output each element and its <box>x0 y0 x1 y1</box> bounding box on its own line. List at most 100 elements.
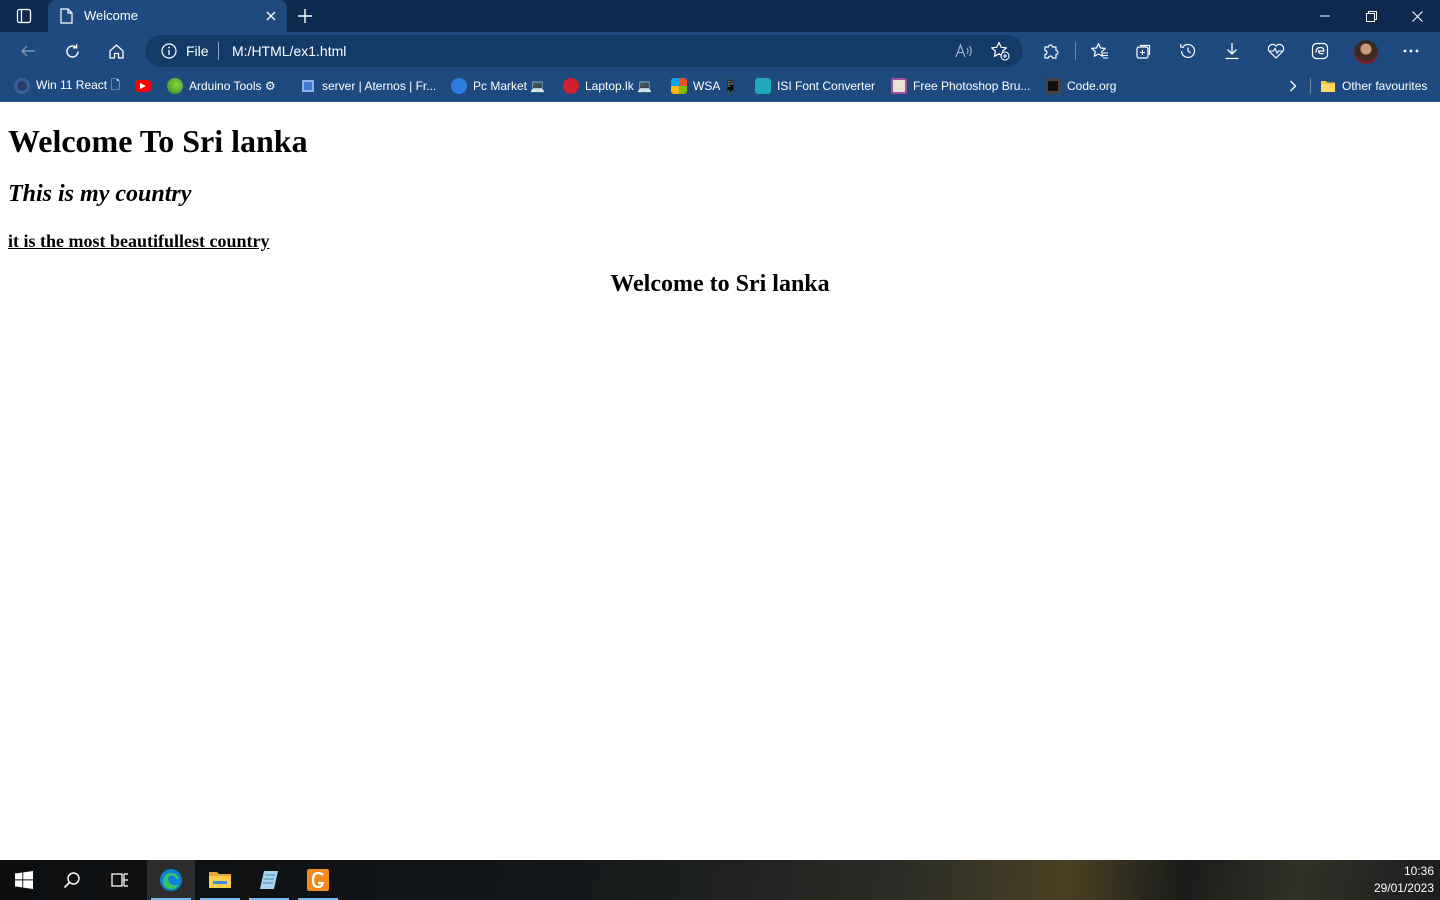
browser-essentials-button[interactable] <box>1260 35 1292 67</box>
settings-more-button[interactable] <box>1395 35 1427 67</box>
wsa-icon <box>671 78 687 94</box>
toolbar-divider <box>1075 42 1076 60</box>
orange-app-icon <box>307 869 329 891</box>
bookmark-win11-react[interactable]: Win 11 React 🗋 <box>14 75 120 97</box>
task-view-button[interactable] <box>96 860 144 900</box>
windows-taskbar <box>0 860 1440 900</box>
home-button[interactable] <box>100 35 132 67</box>
favourites-icon <box>1091 42 1108 59</box>
clock-time: 10:36 <box>1403 864 1434 878</box>
back-button[interactable] <box>12 35 44 67</box>
bookmark-isi-font-converter[interactable]: ISI Font Converter <box>755 75 875 97</box>
minimize-icon <box>1320 15 1330 17</box>
home-icon <box>108 43 124 59</box>
edge-outline-icon <box>1311 42 1329 60</box>
arduino-icon <box>167 78 183 94</box>
pcmarket-icon <box>451 78 467 94</box>
tab-actions-button[interactable] <box>10 4 38 28</box>
search-button[interactable] <box>48 860 96 900</box>
bookmark-pc-market[interactable]: Pc Market 💻 <box>451 75 545 97</box>
bookmarks-divider <box>1310 78 1311 94</box>
more-bookmarks-button[interactable] <box>1284 77 1302 95</box>
photoshop-icon <box>891 78 907 94</box>
history-icon <box>1180 43 1196 59</box>
page-heading-1: Welcome To Sri lanka <box>8 123 308 159</box>
add-favourite-button[interactable] <box>990 41 1010 61</box>
bookmark-label: ISI Font Converter <box>777 79 876 93</box>
tab-close-button[interactable] <box>263 8 279 24</box>
other-favourites-folder[interactable]: Other favourites <box>1320 75 1427 97</box>
bookmark-label: Arduino Tools ⚙ <box>189 79 276 93</box>
restore-button[interactable] <box>1348 0 1394 32</box>
youtube-icon <box>135 80 151 92</box>
bookmark-laptop-lk[interactable]: Laptop.lk 💻 <box>563 75 652 97</box>
address-divider <box>218 42 219 60</box>
minimize-button[interactable] <box>1302 0 1348 32</box>
heart-pulse-icon <box>1267 43 1285 59</box>
system-clock[interactable]: 10:36 29/01/2023 <box>1354 863 1434 897</box>
title-bar: Welcome <box>0 0 1440 32</box>
bookmark-youtube[interactable] <box>135 75 151 97</box>
collections-button[interactable] <box>1128 35 1160 67</box>
edge-bar-button[interactable] <box>1304 35 1336 67</box>
extensions-button[interactable] <box>1035 35 1067 67</box>
bookmark-free-photoshop-brushes[interactable]: Free Photoshop Bru... <box>891 75 1030 97</box>
new-tab-button[interactable] <box>293 4 317 28</box>
start-button[interactable] <box>0 860 48 900</box>
bookmark-arduino-tools[interactable]: Arduino Tools ⚙ <box>167 75 276 97</box>
downloads-button[interactable] <box>1216 35 1248 67</box>
address-bar[interactable]: File M:/HTML/ex1.html <box>145 35 1023 67</box>
bookmark-label: server | Aternos | Fr... <box>322 79 437 93</box>
bookmark-label: Win 11 React 🗋 <box>36 77 121 92</box>
favourites-button[interactable] <box>1084 35 1116 67</box>
collections-icon <box>1136 44 1151 59</box>
history-button[interactable] <box>1172 35 1204 67</box>
favourites-bar: Win 11 React 🗋 Arduino Tools ⚙ server | … <box>0 70 1440 102</box>
bookmark-label: Code.org <box>1067 79 1117 93</box>
read-aloud-icon <box>955 43 972 58</box>
other-favourites-label: Other favourites <box>1342 79 1428 93</box>
restore-icon <box>1365 10 1377 22</box>
folder-icon <box>1321 81 1335 92</box>
scheme-label: File <box>186 43 209 59</box>
page-heading-centered: Welcome to Sri lanka <box>610 271 830 297</box>
bookmark-wsa[interactable]: WSA 📱 <box>671 75 738 97</box>
tab-welcome[interactable]: Welcome <box>48 0 287 32</box>
taskbar-orange-app[interactable] <box>294 860 342 900</box>
edge-icon <box>160 869 182 891</box>
laptoplk-icon <box>563 78 579 94</box>
star-plus-icon <box>991 41 1010 61</box>
notepad-icon <box>260 871 278 889</box>
search-icon <box>63 872 80 889</box>
bookmark-aternos[interactable]: server | Aternos | Fr... <box>300 75 436 97</box>
chevron-right-icon <box>1290 80 1297 92</box>
taskbar-edge[interactable] <box>147 860 195 900</box>
tab-actions-icon <box>16 8 32 24</box>
refresh-button[interactable] <box>56 35 88 67</box>
window-close-button[interactable] <box>1394 0 1440 32</box>
page-icon <box>60 8 73 24</box>
taskbar-file-explorer[interactable] <box>196 860 244 900</box>
close-icon <box>1411 10 1423 22</box>
bookmark-label: Laptop.lk 💻 <box>585 79 652 93</box>
info-icon[interactable] <box>161 43 177 59</box>
isi-icon <box>755 78 771 94</box>
bookmark-code-org[interactable]: Code.org <box>1045 75 1116 97</box>
bookmark-label: WSA 📱 <box>693 79 738 93</box>
download-icon <box>1225 43 1239 60</box>
url-text[interactable]: M:/HTML/ex1.html <box>232 43 346 59</box>
tab-title: Welcome <box>84 8 138 23</box>
bookmark-label: Pc Market 💻 <box>473 79 546 93</box>
aternos-icon <box>300 78 316 94</box>
profile-avatar[interactable] <box>1354 40 1378 64</box>
taskbar-notepad[interactable] <box>245 860 293 900</box>
read-aloud-button[interactable] <box>954 41 974 61</box>
puzzle-icon <box>1044 44 1059 59</box>
file-explorer-icon <box>209 872 231 888</box>
codeorg-icon <box>1045 78 1061 94</box>
clock-date: 29/01/2023 <box>1373 881 1434 895</box>
task-view-icon <box>111 873 128 887</box>
refresh-icon <box>65 43 79 58</box>
bookmark-label: Free Photoshop Bru... <box>913 79 1031 93</box>
plus-icon <box>298 9 312 23</box>
